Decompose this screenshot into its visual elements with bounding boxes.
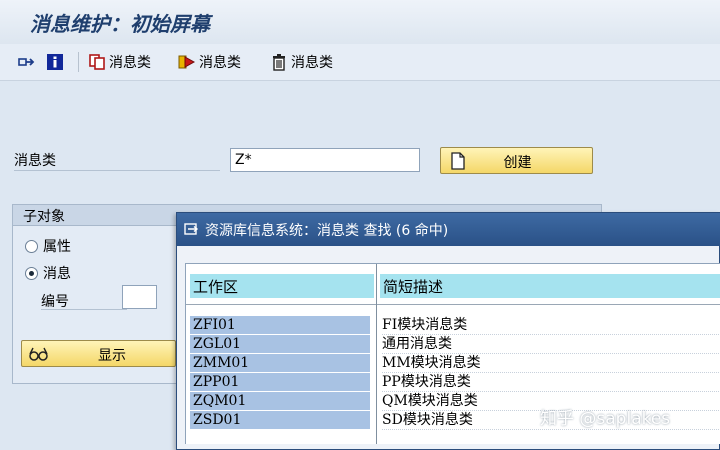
radio-attributes-label: 属性 bbox=[43, 239, 71, 255]
title-bar: 消息维护：初始屏幕 bbox=[0, 0, 720, 44]
column-header-workarea[interactable]: 工作区 bbox=[190, 274, 374, 298]
watermark: 知乎 @saplakes bbox=[540, 409, 671, 429]
cell-description: 通用消息类 bbox=[382, 335, 720, 354]
page-title: 消息维护：初始屏幕 bbox=[30, 12, 210, 36]
cell-workarea: ZSD01 bbox=[190, 411, 370, 429]
cell-workarea: ZPP01 bbox=[190, 373, 370, 391]
rename-message-class-button[interactable]: 消息类 bbox=[178, 51, 241, 73]
table-row[interactable]: ZGL01 通用消息类 bbox=[186, 335, 720, 354]
cell-workarea: ZMM01 bbox=[190, 354, 370, 372]
message-class-label: 消息类 bbox=[14, 153, 56, 169]
radio-messages[interactable]: 消息 bbox=[25, 263, 71, 283]
message-number-label: 编号 bbox=[41, 294, 69, 310]
exchange-arrow-icon bbox=[18, 53, 36, 71]
cell-workarea: ZQM01 bbox=[190, 392, 370, 410]
delete-message-class-label: 消息类 bbox=[291, 55, 333, 71]
number-label-underline bbox=[41, 309, 127, 310]
dialog-window-icon bbox=[183, 221, 201, 239]
cell-workarea: ZGL01 bbox=[190, 335, 370, 353]
table-row[interactable]: ZMM01 MM模块消息类 bbox=[186, 354, 720, 373]
rename-message-class-label: 消息类 bbox=[199, 55, 241, 71]
display-button[interactable]: 显示 bbox=[21, 340, 176, 367]
label-underline bbox=[14, 170, 220, 171]
create-button-label: 创建 bbox=[503, 155, 532, 171]
radio-attributes[interactable]: 属性 bbox=[25, 236, 71, 256]
copy-message-class-button[interactable]: 消息类 bbox=[88, 51, 151, 73]
radio-messages-label: 消息 bbox=[43, 266, 71, 282]
table-row[interactable]: ZPP01 PP模块消息类 bbox=[186, 373, 720, 392]
delete-message-class-button[interactable]: 消息类 bbox=[270, 51, 333, 73]
trash-icon bbox=[270, 53, 288, 71]
header-divider bbox=[186, 304, 720, 305]
application-toolbar: 消息类 消息类 消息类 bbox=[0, 44, 720, 81]
column-header-description[interactable]: 简短描述 bbox=[380, 274, 720, 298]
column-header-description-label: 简短描述 bbox=[383, 277, 444, 296]
cell-description: PP模块消息类 bbox=[382, 373, 720, 392]
cell-workarea: ZFI01 bbox=[190, 316, 370, 334]
rename-arrow-icon bbox=[178, 53, 196, 71]
copy-icon bbox=[88, 53, 106, 71]
radio-messages-circle[interactable] bbox=[25, 266, 38, 280]
copy-message-class-label: 消息类 bbox=[109, 55, 151, 71]
radio-attributes-circle[interactable] bbox=[25, 239, 38, 253]
table-row[interactable]: ZFI01 FI模块消息类 bbox=[186, 316, 720, 335]
info-icon bbox=[46, 53, 64, 71]
column-header-workarea-label: 工作区 bbox=[193, 277, 239, 296]
message-number-input[interactable] bbox=[122, 285, 157, 309]
toolbar-separator bbox=[78, 52, 79, 72]
info-button[interactable] bbox=[46, 51, 64, 73]
other-object-button[interactable] bbox=[18, 51, 36, 73]
create-button[interactable]: 创建 bbox=[440, 147, 593, 174]
cell-description: FI模块消息类 bbox=[382, 316, 720, 335]
display-button-label: 显示 bbox=[98, 348, 126, 364]
message-class-input[interactable] bbox=[230, 148, 420, 172]
dialog-title-bar[interactable]: 资源库信息系统：消息类 查找 (6 命中) bbox=[177, 213, 720, 246]
dialog-title: 资源库信息系统：消息类 查找 (6 命中) bbox=[205, 222, 449, 239]
cell-description: MM模块消息类 bbox=[382, 354, 720, 373]
subobject-title: 子对象 bbox=[23, 209, 65, 225]
